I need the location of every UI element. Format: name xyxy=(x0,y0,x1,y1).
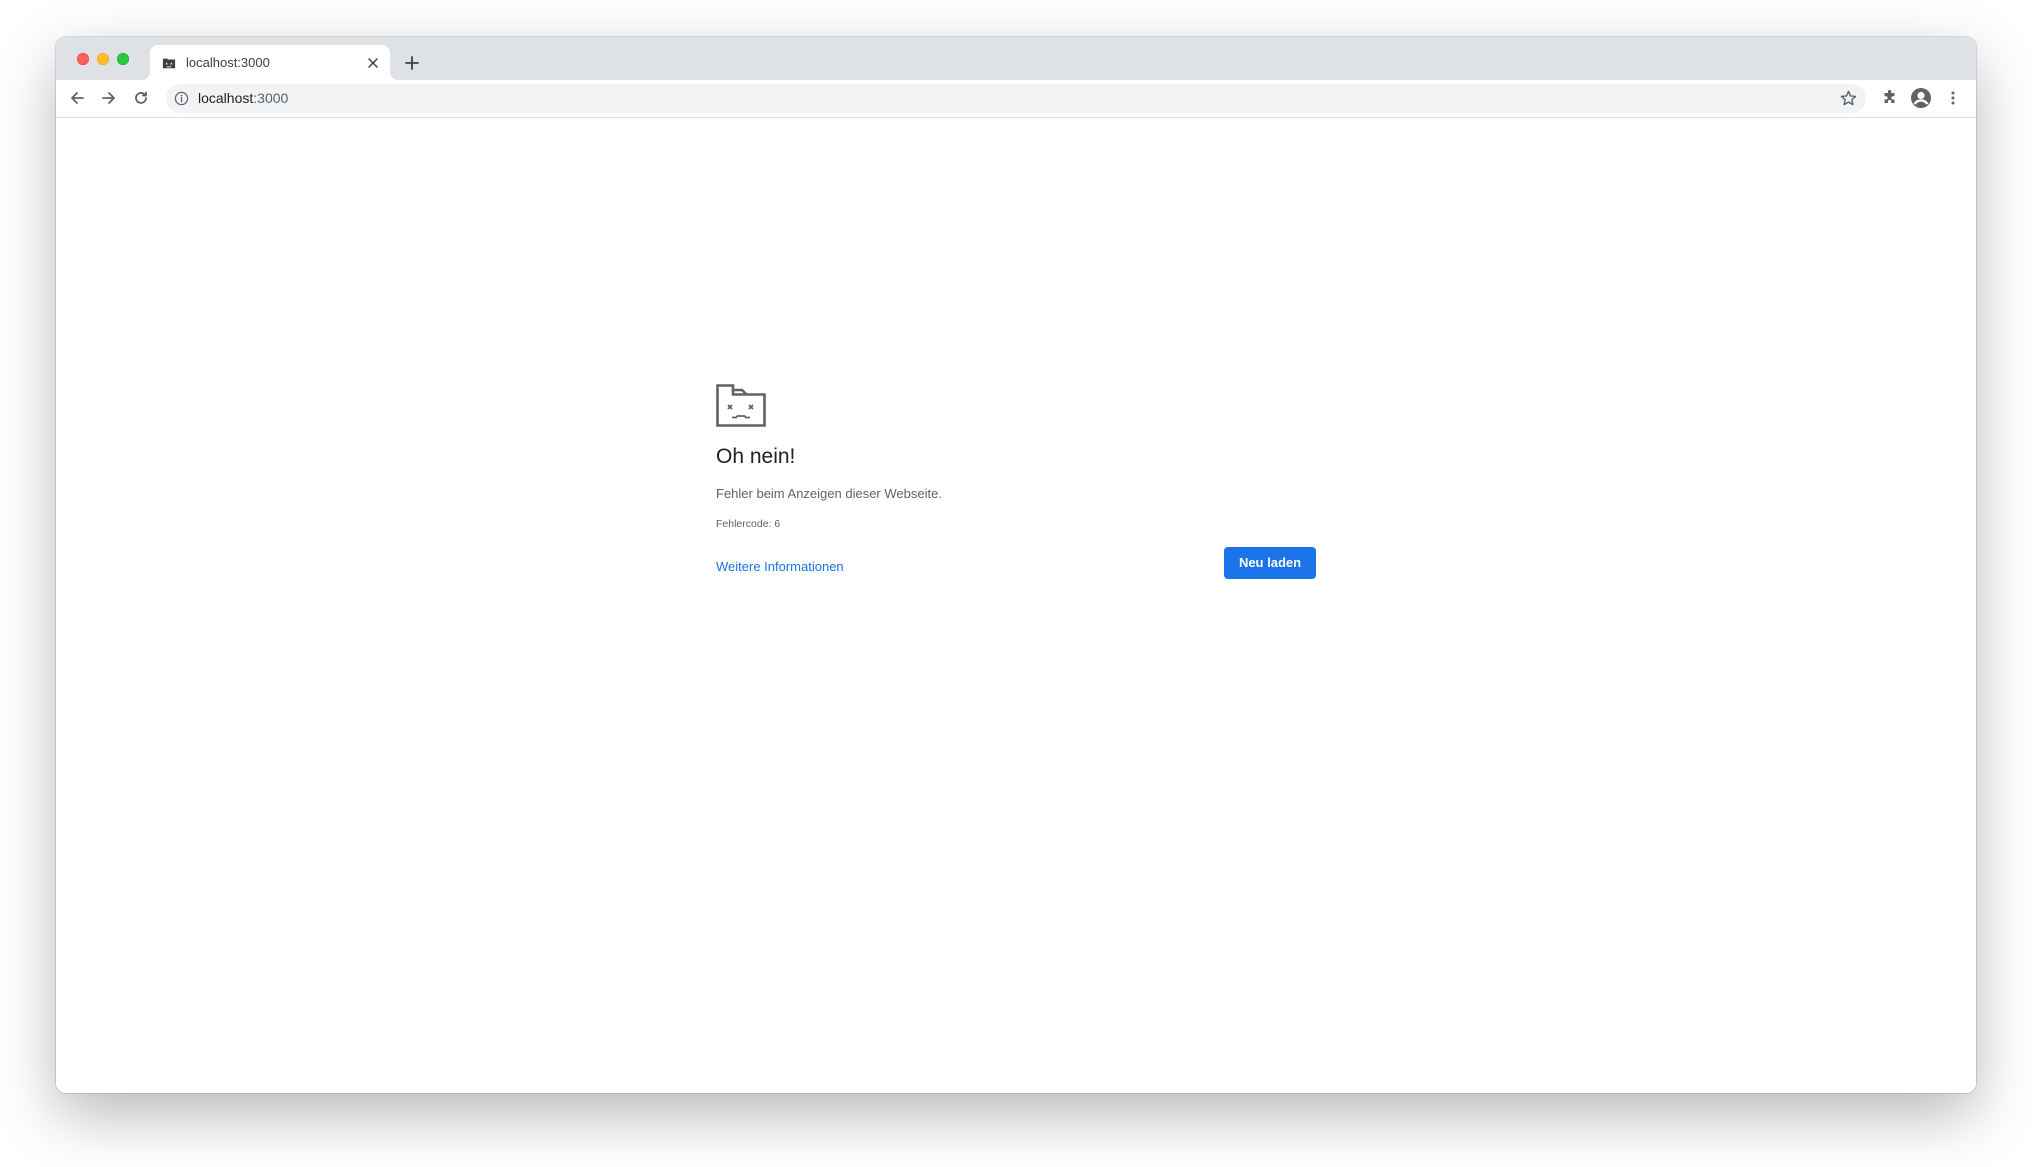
back-button[interactable] xyxy=(65,86,89,110)
url-text[interactable]: localhost:3000 xyxy=(198,90,288,107)
address-bar[interactable]: localhost:3000 xyxy=(166,84,1866,113)
tab-close-button[interactable] xyxy=(364,54,382,72)
reload-page-button[interactable]: Neu laden xyxy=(1224,547,1316,579)
tab-strip: localhost:3000 xyxy=(56,37,1976,80)
reload-icon xyxy=(135,91,147,104)
url-port: :3000 xyxy=(253,90,289,106)
error-message: Fehler beim Anzeigen dieser Webseite. xyxy=(716,486,942,501)
arrow-left-icon xyxy=(71,92,84,104)
sad-folder-icon xyxy=(716,384,766,427)
more-info-link[interactable]: Weitere Informationen xyxy=(716,558,844,575)
error-code: Fehlercode: 6 xyxy=(716,518,781,530)
menu-button[interactable] xyxy=(1941,86,1965,110)
info-icon[interactable] xyxy=(174,91,189,106)
window-maximize-button[interactable] xyxy=(117,53,129,65)
tab-localhost[interactable]: localhost:3000 xyxy=(150,45,390,80)
plus-icon xyxy=(405,56,419,70)
tab-title: localhost:3000 xyxy=(186,55,270,70)
url-host: localhost xyxy=(198,90,254,106)
new-tab-button[interactable] xyxy=(400,51,424,75)
profile-button[interactable] xyxy=(1909,86,1933,110)
browser-toolbar: localhost:3000 xyxy=(56,80,1976,118)
window-minimize-button[interactable] xyxy=(97,53,109,65)
forward-button[interactable] xyxy=(97,86,121,110)
close-icon xyxy=(368,58,378,68)
sad-tab-icon xyxy=(162,58,176,69)
error-title: Oh nein! xyxy=(716,445,796,468)
star-icon[interactable] xyxy=(1839,89,1858,108)
arrow-right-icon xyxy=(102,92,115,104)
reload-button[interactable] xyxy=(129,86,153,110)
page-content: Oh nein! Fehler beim Anzeigen dieser Web… xyxy=(56,118,1976,1093)
puzzle-icon xyxy=(1884,90,1895,103)
account-icon xyxy=(1911,88,1931,108)
extensions-button[interactable] xyxy=(1878,86,1902,110)
window-close-button[interactable] xyxy=(77,53,89,65)
browser-window: localhost:3000 localhost:3000 Oh nein! F… xyxy=(56,37,1976,1093)
kebab-menu-icon xyxy=(1951,91,1955,105)
